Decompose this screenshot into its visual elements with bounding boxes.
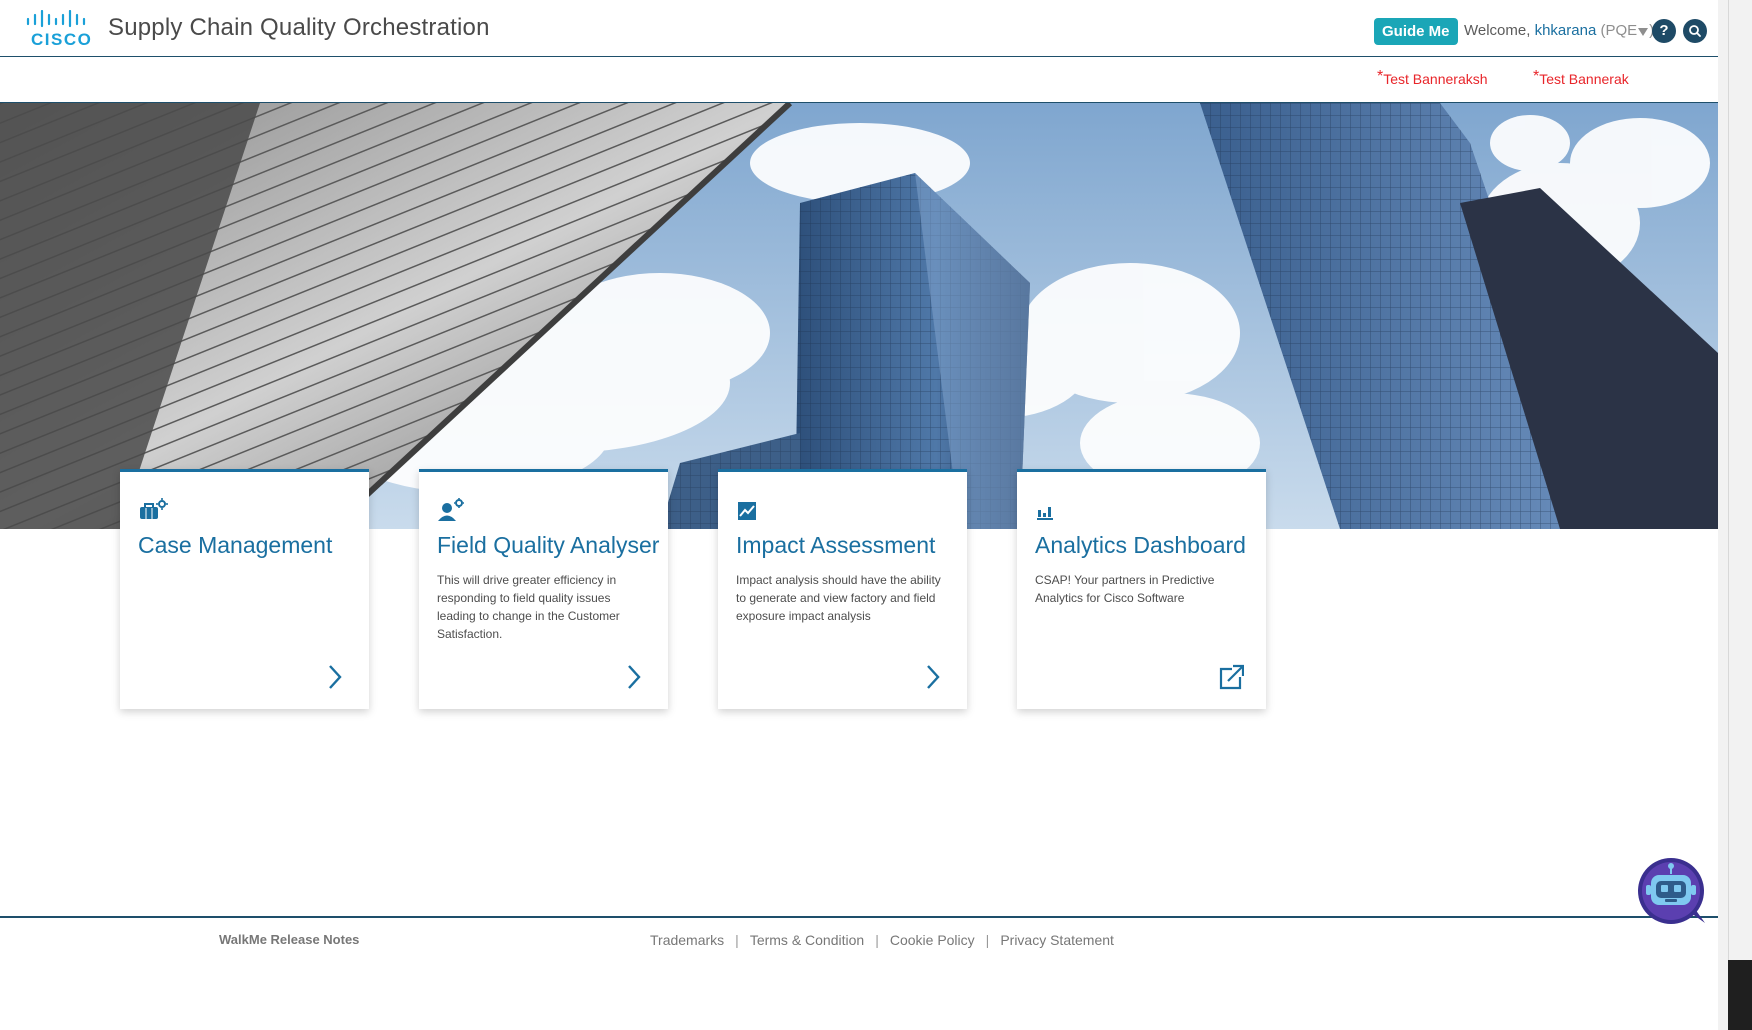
banner-label: Test Banneraksh [1383, 71, 1488, 87]
bar-chart-icon [1037, 507, 1053, 520]
footer-link-terms[interactable]: Terms & Condition [750, 932, 864, 948]
footer-links: Trademarks | Terms & Condition | Cookie Poli… [650, 932, 1114, 948]
walkme-release-notes-link[interactable]: WalkMe Release Notes [219, 932, 359, 947]
footer-separator: | [985, 932, 990, 948]
footer-separator: | [875, 932, 879, 948]
app-title: Supply Chain Quality Orchestration [108, 14, 490, 41]
trend-chart-icon [738, 502, 756, 520]
footer-link-cookie-policy[interactable]: Cookie Policy [890, 932, 975, 948]
card-field-quality-analyser[interactable]: Field Quality Analyser This will drive g… [419, 469, 668, 709]
help-glyph: ? [1659, 22, 1669, 39]
role-label: (PQE [1600, 22, 1638, 39]
help-icon[interactable]: ? [1652, 19, 1676, 43]
external-link-icon[interactable] [1218, 663, 1244, 691]
card-title: Analytics Dashboard [1035, 532, 1246, 558]
magnifier-icon [1689, 25, 1701, 37]
chevron-right-icon[interactable] [620, 663, 646, 691]
banner-link-2[interactable]: *Test Bannerak [1533, 68, 1629, 87]
chevron-right-icon[interactable] [919, 663, 945, 691]
window-scrollbar[interactable] [1718, 0, 1752, 1030]
notification-banner-row: *Test Banneraksh *Test Bannerak [0, 57, 1718, 103]
cisco-logo[interactable]: CISCO [26, 9, 91, 49]
scrollbar-track [1728, 0, 1729, 1030]
caret-down-icon [1638, 28, 1649, 36]
page-footer: WalkMe Release Notes Trademarks | Terms & … [0, 916, 1718, 1030]
skyscrapers-illustration [0, 103, 1718, 529]
robot-icon [1638, 858, 1705, 924]
card-description: CSAP! Your partners in Predictive Analyt… [1035, 573, 1215, 605]
main-area: CISCO Supply Chain Quality Orchestration… [0, 0, 1718, 1030]
footer-link-trademarks[interactable]: Trademarks [650, 932, 724, 948]
welcome-prefix: Welcome, [1464, 22, 1531, 39]
card-title: Impact Assessment [736, 532, 936, 558]
username-link[interactable]: khkarana [1535, 22, 1597, 39]
search-icon[interactable] [1683, 19, 1707, 43]
card-title: Field Quality Analyser [437, 532, 660, 558]
chatbot-button[interactable] [1635, 857, 1707, 925]
card-case-management[interactable]: Case Management [120, 469, 369, 709]
user-gear-icon [438, 498, 464, 521]
role-dropdown[interactable]: (PQE) [1600, 22, 1654, 39]
banner-link-1[interactable]: *Test Banneraksh [1377, 68, 1488, 87]
page: CISCO Supply Chain Quality Orchestration… [0, 0, 1752, 1030]
banner-label: Test Bannerak [1539, 71, 1629, 87]
hero-image [0, 103, 1718, 529]
briefcase-gear-icon [140, 498, 168, 519]
chevron-right-icon[interactable] [321, 663, 347, 691]
guide-me-button[interactable]: Guide Me [1374, 18, 1458, 45]
app-header: CISCO Supply Chain Quality Orchestration… [0, 0, 1718, 57]
card-description: This will drive greater efficiency in re… [437, 573, 620, 641]
card-title: Case Management [138, 532, 333, 558]
footer-link-privacy[interactable]: Privacy Statement [1000, 932, 1114, 948]
card-impact-assessment[interactable]: Impact Assessment Impact analysis should… [718, 469, 967, 709]
card-description: Impact analysis should have the ability … [736, 573, 941, 623]
scrollbar-thumb[interactable] [1728, 960, 1752, 1030]
card-analytics-dashboard[interactable]: Analytics Dashboard CSAP! Your partners … [1017, 469, 1266, 709]
welcome-text: Welcome, khkarana (PQE) [1464, 22, 1654, 39]
cisco-logo-text: CISCO [31, 30, 93, 49]
footer-separator: | [735, 932, 739, 948]
